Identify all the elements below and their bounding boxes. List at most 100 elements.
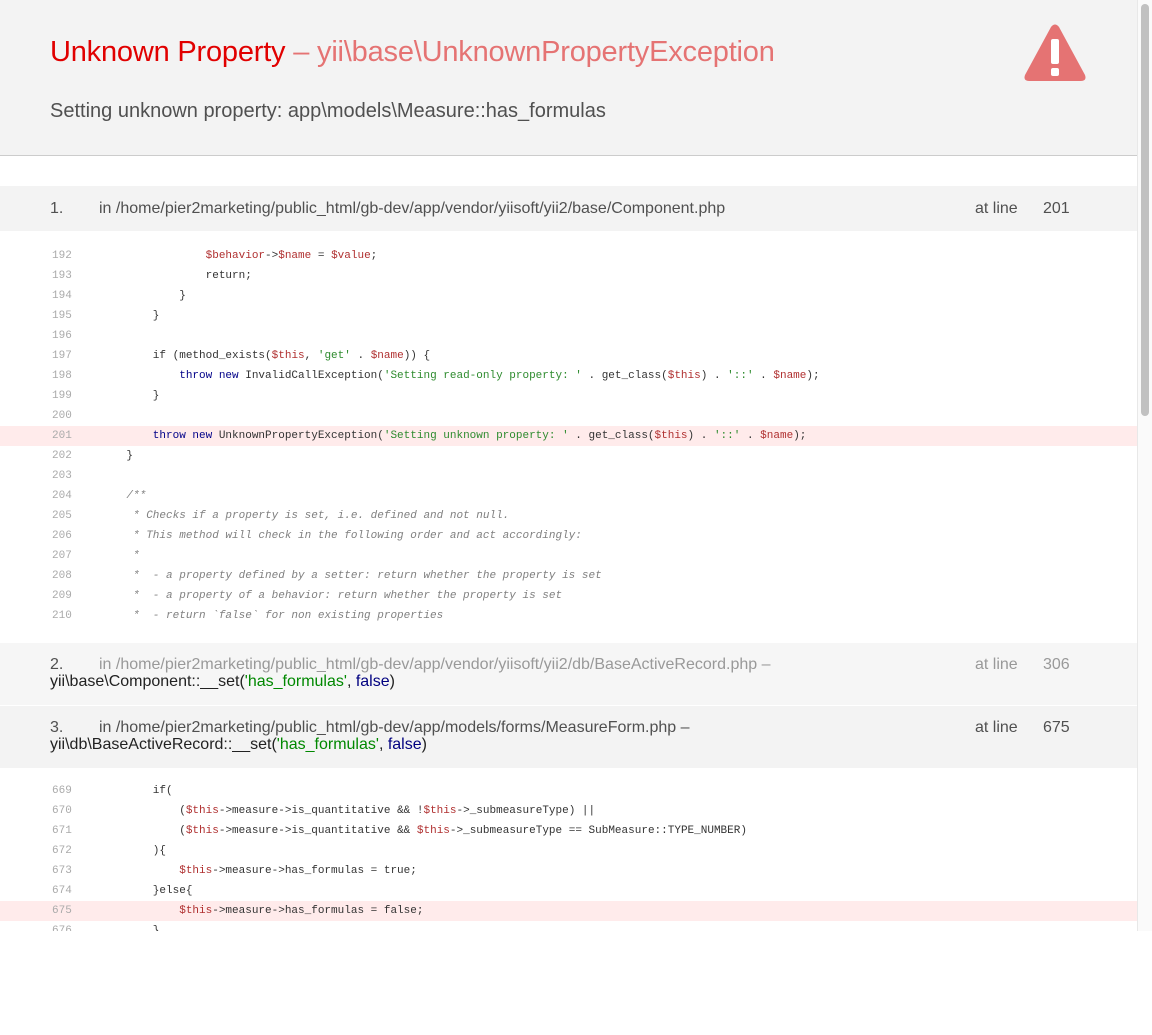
code-text: ($this->measure->is_quantitative && $thi… xyxy=(100,821,747,841)
at-line-label: at line xyxy=(975,719,1018,736)
code-token: $this xyxy=(416,825,450,837)
code-token: )) { xyxy=(403,350,431,362)
line-number: 197 xyxy=(52,350,72,362)
vertical-scrollbar[interactable] xyxy=(1137,0,1152,931)
code-line: 192 $behavior->$name = $value; xyxy=(0,246,1137,266)
code-token: ( xyxy=(100,805,186,817)
code-token: } xyxy=(100,310,160,322)
code-text: return; xyxy=(100,266,252,286)
line-number: 201 xyxy=(52,430,72,442)
code-token: $this xyxy=(185,805,219,817)
code-line: 194 } xyxy=(0,286,1137,306)
stack-frame-2[interactable]: 2. in /home/pier2marketing/public_html/g… xyxy=(0,643,1137,705)
code-text: ($this->measure->is_quantitative && !$th… xyxy=(100,801,595,821)
code-token: ->measure->is_quantitative && ! xyxy=(218,805,424,817)
code-token: ->_submeasureType) || xyxy=(456,805,596,817)
code-token: ->measure->has_formulas = false; xyxy=(212,905,424,917)
code-text: }else{ xyxy=(100,881,193,901)
code-text: * - return `false` for non existing prop… xyxy=(100,606,443,626)
frame-call: yii\base\Component::__set('has_formulas'… xyxy=(50,673,395,691)
code-snippet: 669 if(670 ($this->measure->is_quantitat… xyxy=(0,781,1137,931)
code-token: ); xyxy=(793,430,807,442)
code-token: . get_class( xyxy=(568,430,655,442)
code-token: ->measure->has_formulas = true; xyxy=(212,865,417,877)
code-line: 202 } xyxy=(0,446,1137,466)
call-close: ) xyxy=(421,736,427,753)
code-token: $name xyxy=(278,250,312,262)
line-number: 670 xyxy=(52,805,72,817)
code-text: $this->measure->has_formulas = true; xyxy=(100,861,417,881)
at-line-label: at line xyxy=(975,200,1018,217)
code-token: * - return `false` for non existing prop… xyxy=(100,610,444,622)
line-number: 196 xyxy=(52,330,72,342)
code-text: * - a property defined by a setter: retu… xyxy=(100,566,602,586)
line-number: 199 xyxy=(52,390,72,402)
frame-number: 1. xyxy=(50,200,64,217)
code-token: return; xyxy=(100,270,252,282)
code-line: 206 * This method will check in the foll… xyxy=(0,526,1137,546)
code-token: InvalidCallException( xyxy=(238,370,384,382)
code-token: $name xyxy=(760,430,794,442)
code-token: ); xyxy=(806,370,820,382)
code-token: -> xyxy=(265,250,279,262)
code-text: $behavior->$name = $value; xyxy=(100,246,378,266)
at-line-label: at line xyxy=(975,656,1018,673)
call-method: yii\base\Component::__set( xyxy=(50,673,245,690)
code-token: ( xyxy=(100,825,186,837)
line-number: 210 xyxy=(52,610,72,622)
title-separator: – xyxy=(285,36,318,68)
code-line: 198 throw new InvalidCallException('Sett… xyxy=(0,366,1137,386)
code-text: } xyxy=(100,446,133,466)
call-method: yii\db\BaseActiveRecord::__set( xyxy=(50,736,277,753)
code-token: $this xyxy=(423,805,457,817)
code-text: ){ xyxy=(100,841,166,861)
code-token: * This method will check in the followin… xyxy=(100,530,582,542)
code-token: ; xyxy=(370,250,378,262)
code-line: 209 * - a property of a behavior: return… xyxy=(0,586,1137,606)
code-token: '::' xyxy=(713,430,741,442)
code-line: 196 xyxy=(0,326,1137,346)
scrollbar-thumb[interactable] xyxy=(1141,4,1149,416)
code-token: ) . xyxy=(687,430,714,442)
code-line: 673 $this->measure->has_formulas = true; xyxy=(0,861,1137,881)
line-number: 674 xyxy=(52,885,72,897)
call-arg-keyword: false xyxy=(355,673,390,690)
line-number: 206 xyxy=(52,530,72,542)
line-number: 198 xyxy=(52,370,72,382)
code-snippet: 192 $behavior->$name = $value; 193 return… xyxy=(0,246,1137,626)
code-line: 203 xyxy=(0,466,1137,486)
code-token: . xyxy=(740,430,761,442)
code-line: 204 /** xyxy=(0,486,1137,506)
frame-line-number: 201 xyxy=(1043,200,1070,217)
frame-call: yii\db\BaseActiveRecord::__set('has_form… xyxy=(50,736,427,754)
code-text: } xyxy=(100,286,186,306)
frame-line-number: 306 xyxy=(1043,656,1070,673)
code-token: $this xyxy=(271,350,305,362)
code-text: if (method_exists($this, 'get' . $name))… xyxy=(100,346,430,366)
code-token: if( xyxy=(100,785,173,797)
code-line: 197 if (method_exists($this, 'get' . $na… xyxy=(0,346,1137,366)
call-arg-string: 'has_formulas' xyxy=(244,673,347,690)
code-token: throw new xyxy=(100,430,213,442)
stack-frame-3[interactable]: 3. in /home/pier2marketing/public_html/g… xyxy=(0,706,1137,768)
call-comma: , xyxy=(346,673,356,690)
code-line: 669 if( xyxy=(0,781,1137,801)
code-text: } xyxy=(100,386,160,406)
code-token: * - a property of a behavior: return whe… xyxy=(100,590,563,602)
code-line: 210 * - return `false` for non existing … xyxy=(0,606,1137,626)
code-token: . xyxy=(350,350,371,362)
line-number: 195 xyxy=(52,310,72,322)
code-token: $this xyxy=(100,905,213,917)
code-token: $behavior xyxy=(100,250,266,262)
code-line: 193 return; xyxy=(0,266,1137,286)
line-number: 675 xyxy=(52,905,72,917)
frame-line-number: 675 xyxy=(1043,719,1070,736)
code-line: 208 * - a property defined by a setter: … xyxy=(0,566,1137,586)
code-token: * Checks if a property is set, i.e. defi… xyxy=(100,510,510,522)
code-token: '::' xyxy=(727,370,754,382)
line-number: 202 xyxy=(52,450,72,462)
error-header: Unknown Property – yii\base\UnknownPrope… xyxy=(0,0,1137,156)
line-number: 192 xyxy=(52,250,72,262)
code-token: } xyxy=(100,390,160,402)
stack-frame-1[interactable]: 1. in /home/pier2marketing/public_html/g… xyxy=(0,186,1137,231)
